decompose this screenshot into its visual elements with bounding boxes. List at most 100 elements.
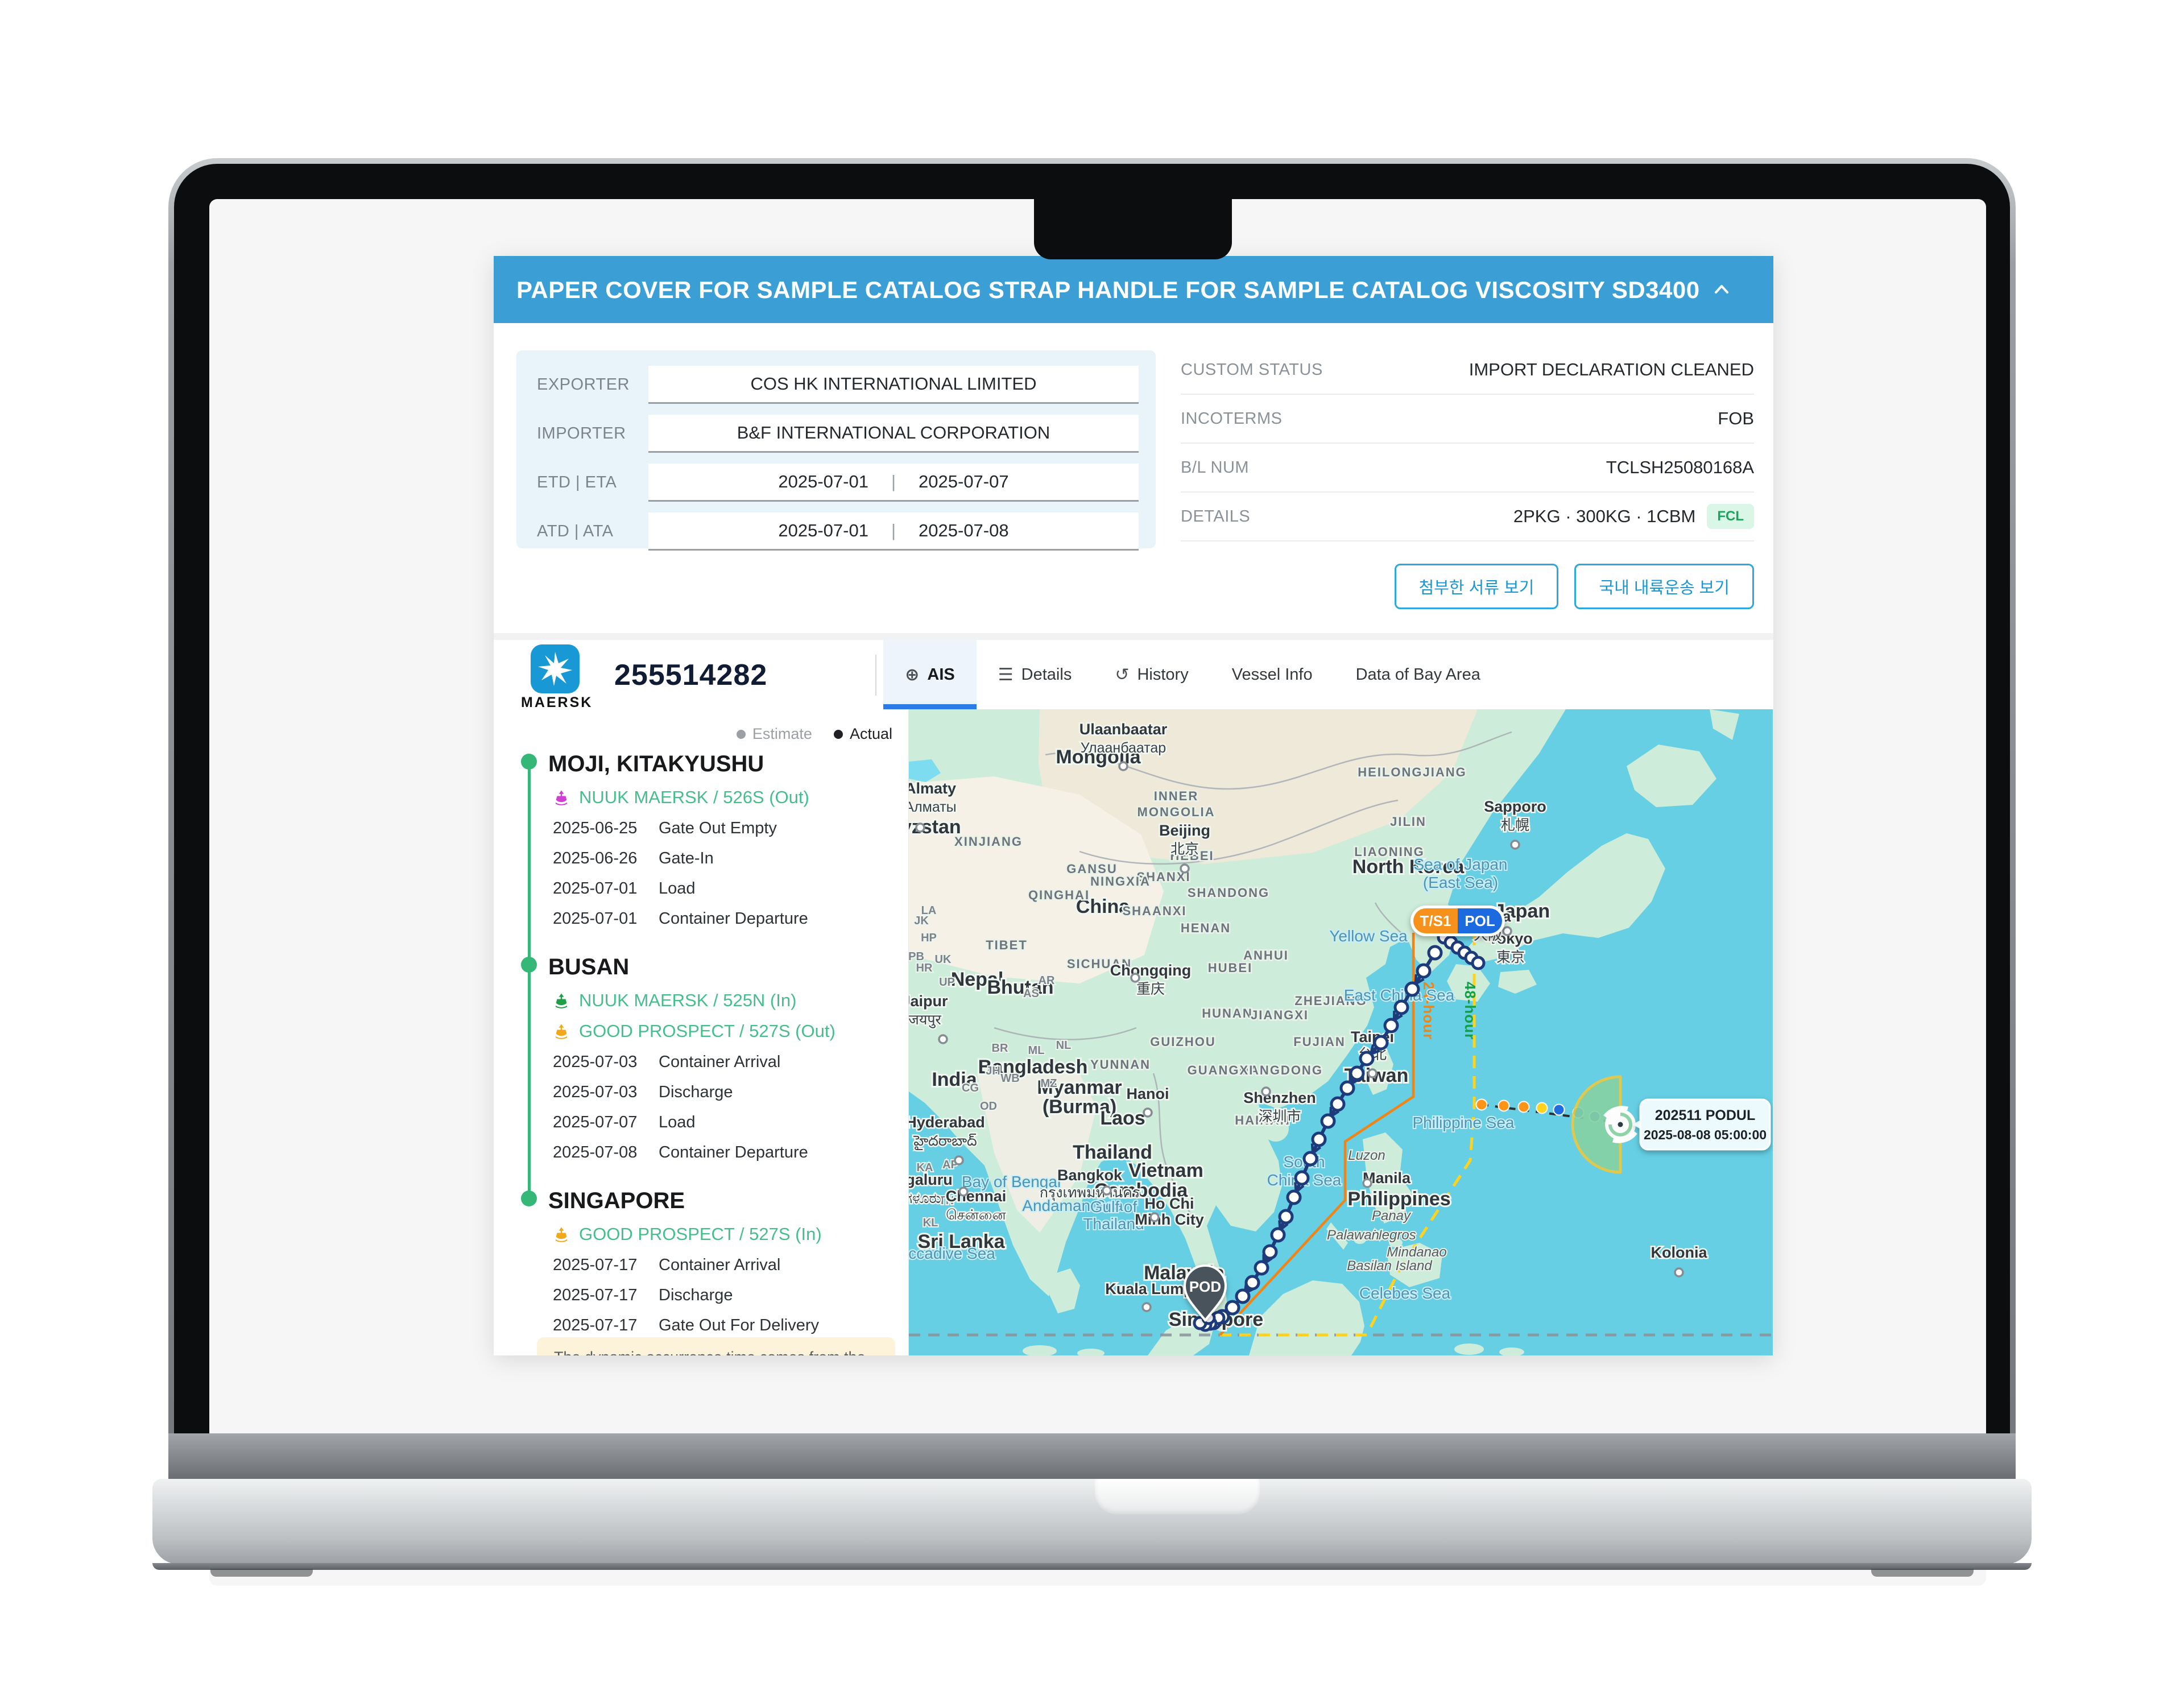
- map-label: Palawan: [1327, 1227, 1379, 1243]
- map-label: Sapporo: [1484, 798, 1546, 815]
- city-dot-icon: [1181, 865, 1189, 873]
- field-value: 2025-07-01|2025-07-08: [648, 512, 1139, 551]
- maersk-star-icon: [531, 644, 580, 693]
- detail-label: INCOTERMS: [1181, 410, 1283, 428]
- map-label: UK: [935, 953, 952, 966]
- typhoon-track-dot-orange: [1499, 1101, 1509, 1111]
- event-date: 2025-07-17: [553, 1316, 644, 1335]
- map-label: HEILONGJIANG: [1358, 765, 1466, 779]
- pol-marker[interactable]: POL: [1465, 912, 1495, 929]
- collapse-icon[interactable]: [1702, 270, 1742, 309]
- timeline-event: 2025-07-01Container Departure: [548, 910, 908, 928]
- view-domestic-inland-transport-button[interactable]: 국내 내륙운송 보기: [1574, 564, 1754, 609]
- map-label: GUIZHOU: [1150, 1035, 1215, 1049]
- map-label: Улаанбаатар: [1081, 740, 1166, 756]
- 48-hour-label: 48-hour: [1462, 982, 1479, 1040]
- map-label: Sea of Japan: [1413, 855, 1507, 873]
- pod-marker-label: POD: [1189, 1278, 1221, 1295]
- timeline-legend: Estimate Actual: [737, 725, 892, 743]
- city-dot-icon: [1511, 841, 1519, 849]
- port-markers-pill[interactable]: T/S1 POL: [1410, 906, 1505, 936]
- detail-row-b-l-num: B/L NUMTCLSH25080168A: [1181, 444, 1754, 493]
- port-dot-icon: [521, 957, 537, 973]
- timeline-event: 2025-07-01 Load: [548, 879, 908, 898]
- estimate-dot-icon: [737, 730, 746, 739]
- ship-icon: [553, 1023, 570, 1040]
- event-name: Container Arrival: [659, 1053, 780, 1072]
- detail-label: CUSTOM STATUS: [1181, 361, 1323, 379]
- tab-details[interactable]: ☰Details: [977, 640, 1094, 709]
- ship-icon: [553, 789, 570, 806]
- section-divider: [494, 633, 1773, 640]
- map-label: (East Sea): [1423, 874, 1498, 891]
- map-label: OD: [980, 1100, 997, 1113]
- event-date: 2025-07-01: [553, 879, 644, 898]
- map-label: Beijing: [1159, 822, 1210, 839]
- vessel-row: NUUK MAERSK / 526S (Out): [548, 787, 908, 808]
- port-name: SINGAPORE: [548, 1188, 685, 1214]
- map-label: UP: [939, 976, 955, 989]
- tab-ais[interactable]: ⊕AIS: [883, 640, 976, 709]
- carrier-name: MAERSK: [521, 695, 589, 711]
- route-dot: [1331, 1098, 1344, 1110]
- shipment-title: PAPER COVER FOR SAMPLE CATALOG STRAP HAN…: [516, 276, 1702, 304]
- laptop-deck: [152, 1479, 2032, 1564]
- city-dot-icon: [1363, 1179, 1371, 1187]
- event-date: 2025-07-17: [553, 1286, 644, 1305]
- vessel-name: NUUK MAERSK / 525N (In): [579, 990, 796, 1011]
- route-dot: [1280, 1210, 1292, 1223]
- route-dot: [1236, 1290, 1249, 1303]
- tracking-tabs: ⊕AIS☰Details↺HistoryVessel InfoData of B…: [883, 640, 1502, 709]
- map-label: Mindanao: [1387, 1245, 1446, 1260]
- map-label: JILIN: [1390, 815, 1426, 829]
- ais-map[interactable]: 24-hour 48-hour MongoliaChinaJapanNorth …: [909, 709, 1773, 1355]
- route-dot: [1288, 1191, 1300, 1204]
- route-dot: [1264, 1246, 1276, 1258]
- detail-value: TCLSH25080168A: [1606, 457, 1754, 478]
- map-label: JH: [986, 1065, 1000, 1077]
- ship-icon: [553, 1226, 570, 1243]
- map-label: 重庆: [1136, 981, 1165, 997]
- city-dot-icon: [1503, 927, 1511, 935]
- map-label: 東京: [1496, 949, 1525, 965]
- event-name: Container Departure: [659, 910, 808, 928]
- map-label: Hanoi: [1126, 1085, 1169, 1102]
- timeline-event: 2025-07-07Load: [548, 1113, 908, 1132]
- event-date: 2025-07-03: [553, 1083, 644, 1102]
- map-label: Philippines: [1347, 1188, 1450, 1210]
- tab-vessel-info[interactable]: Vessel Info: [1210, 640, 1334, 709]
- tab-history[interactable]: ↺History: [1093, 640, 1210, 709]
- map-label: QINGHAI: [1028, 888, 1090, 902]
- timeline-event: 2025-07-17Container Arrival: [548, 1256, 908, 1275]
- route-dot: [1429, 946, 1441, 959]
- map-label: WB: [1000, 1072, 1019, 1085]
- city-dot-icon: [1675, 1268, 1683, 1276]
- event-name: Load: [659, 879, 696, 898]
- port-name: MOJI, KITAKYUSHU: [548, 751, 764, 777]
- view-attached-documents-button[interactable]: 첨부한 서류 보기: [1395, 564, 1559, 609]
- field-value: B&F INTERNATIONAL CORPORATION: [648, 415, 1139, 453]
- tab-data-of-bay-area[interactable]: Data of Bay Area: [1334, 640, 1502, 709]
- map-label: HR: [916, 962, 933, 974]
- map-label: 札幌: [1501, 817, 1529, 833]
- map-label: Chennai: [946, 1188, 1007, 1205]
- tracking-number: 255514282: [614, 658, 767, 692]
- laptop-foot-left: [210, 1569, 313, 1577]
- shipment-details-panel: CUSTOM STATUSIMPORT DECLARATION CLEANEDI…: [1181, 346, 1754, 541]
- event-name: Load: [659, 1113, 696, 1132]
- route-dot: [1351, 1067, 1363, 1080]
- map-label: AR: [1039, 974, 1055, 987]
- map-label: Kolonia: [1651, 1244, 1708, 1261]
- timeline-port-busan: BUSANNUUK MAERSK / 525N (In)GOOD PROSPEC…: [494, 954, 908, 1162]
- ts1-marker[interactable]: T/S1: [1420, 912, 1451, 929]
- detail-value: 2PKG · 300KG · 1CBMFCL: [1513, 504, 1754, 529]
- route-dot: [1472, 957, 1484, 969]
- city-dot-icon: [1119, 762, 1127, 770]
- typhoon-tooltip: 202511 PODUL 2025-08-08 05:00:00: [1632, 1099, 1770, 1150]
- typhoon-track-dot-orange: [1519, 1102, 1529, 1113]
- event-date: 2025-06-25: [553, 819, 644, 838]
- route-dot: [1385, 1019, 1397, 1032]
- map-label: Bengaluru: [909, 1171, 953, 1188]
- event-date: 2025-07-08: [553, 1143, 644, 1162]
- typhoon-track-dot-orange: [1476, 1099, 1487, 1110]
